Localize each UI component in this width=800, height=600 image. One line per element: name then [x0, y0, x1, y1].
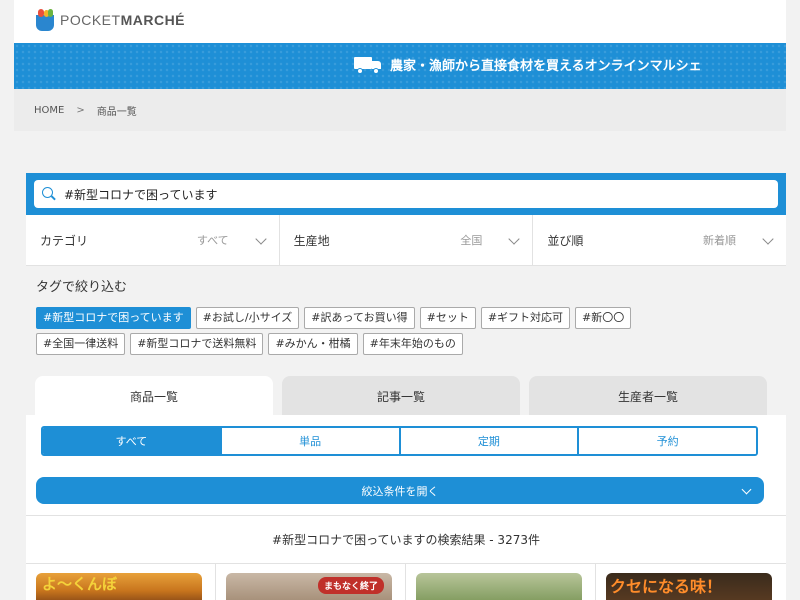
- tag-chip[interactable]: #新型コロナで送料無料: [130, 333, 264, 355]
- search-input[interactable]: [64, 187, 744, 201]
- tag-chip[interactable]: #セット: [419, 307, 476, 329]
- breadcrumb: HOME > 商品一覧: [14, 89, 786, 131]
- breadcrumb-current: 商品一覧: [96, 106, 137, 118]
- segment-single[interactable]: 単品: [221, 428, 401, 454]
- product-type-segmented-control: すべて 単品 定期 予約: [41, 426, 758, 456]
- chevron-down-icon: [255, 233, 267, 245]
- content-tabs: 商品一覧 記事一覧 生産者一覧: [35, 376, 767, 416]
- banner-text: 農家・漁師から直接食材を買えるオンラインマルシェ: [390, 59, 702, 74]
- tag-chip[interactable]: #新型コロナで困っています: [36, 307, 191, 329]
- tag-row: #全国一律送料 #新型コロナで送料無料 #みかん・柑橘 #年末年始のもの: [36, 333, 736, 355]
- ending-soon-badge: まもなく終了: [317, 577, 384, 594]
- tag-chip[interactable]: #みかん・柑橘: [268, 333, 358, 355]
- product-card[interactable]: まもなく終了: [216, 564, 406, 600]
- search-box[interactable]: [34, 180, 778, 208]
- filter-label: カテゴリ: [40, 233, 89, 248]
- filter-category[interactable]: カテゴリ すべて: [26, 215, 280, 265]
- shipping-banner[interactable]: 農家・漁師から直接食材を買えるオンラインマルシェ: [14, 43, 786, 89]
- tag-list: #新型コロナで困っています #お試し/小サイズ #訳あってお買い得 #セット #ギフト対…: [36, 307, 736, 359]
- open-filter-conditions-label: 絞込条件を開く: [361, 484, 439, 498]
- product-card[interactable]: クセになる味！: [596, 564, 786, 600]
- product-grid: よ〜くんぼ まもなく終了 クセになる味！: [26, 564, 786, 600]
- filter-bar: カテゴリ すべて 生産地 全国 並び順 新着順: [26, 215, 786, 266]
- product-image[interactable]: よ〜くんぼ: [36, 573, 202, 600]
- tag-chip[interactable]: #全国一律送料: [36, 333, 126, 355]
- logo-text: POCKETMARCHÉ: [60, 12, 186, 28]
- site-header: POCKETMARCHÉ: [14, 0, 786, 43]
- divider: [26, 515, 786, 516]
- tag-chip[interactable]: #お試し/小サイズ: [195, 307, 300, 329]
- chevron-down-icon: [508, 233, 521, 245]
- breadcrumb-home[interactable]: HOME: [34, 105, 64, 116]
- product-card[interactable]: [406, 564, 596, 600]
- product-image-text: クセになる味！: [610, 577, 723, 596]
- tag-chip[interactable]: #年末年始のもの: [362, 333, 463, 355]
- open-filter-conditions-button[interactable]: 絞込条件を開く: [36, 477, 764, 504]
- filter-label: 並び順: [547, 233, 584, 248]
- tag-chip[interactable]: #訳あってお買い得: [304, 307, 415, 329]
- tab-producers[interactable]: 生産者一覧: [529, 376, 767, 416]
- filter-sort[interactable]: 並び順 新着順: [533, 215, 786, 265]
- tab-products[interactable]: 商品一覧: [35, 376, 273, 416]
- product-image[interactable]: クセになる味！: [606, 573, 772, 600]
- product-panel: すべて 単品 定期 予約 絞込条件を開く #新型コロナで困っていますの検索結果 …: [26, 415, 786, 600]
- search-icon[interactable]: [42, 187, 56, 201]
- filter-region[interactable]: 生産地 全国: [280, 215, 534, 265]
- filter-value: 新着順: [703, 234, 737, 247]
- product-image[interactable]: [416, 573, 582, 600]
- product-image-text: よ〜くんぼ: [42, 575, 118, 593]
- chevron-down-icon: [762, 233, 774, 245]
- search-bar: [26, 173, 786, 215]
- product-image[interactable]: まもなく終了: [226, 573, 392, 600]
- tag-row: #新型コロナで困っています #お試し/小サイズ #訳あってお買い得 #セット #ギフト対…: [36, 307, 736, 329]
- tab-articles[interactable]: 記事一覧: [282, 376, 520, 416]
- breadcrumb-separator: >: [76, 104, 85, 116]
- truck-icon: [354, 56, 382, 74]
- tag-filter-title: タグで絞り込む: [36, 280, 128, 295]
- segment-all[interactable]: すべて: [43, 428, 222, 454]
- filter-value: すべて: [196, 234, 229, 247]
- logo-basket-icon: [36, 9, 54, 31]
- page: POCKETMARCHÉ 農家・漁師から直接食材を買えるオンラインマルシェ HO…: [14, 0, 786, 600]
- tag-chip[interactable]: #ギフト対応可: [480, 307, 571, 329]
- segment-reservation[interactable]: 予約: [579, 428, 756, 454]
- search-results-count: #新型コロナで困っていますの検索結果 - 3273件: [272, 533, 540, 547]
- chevron-down-icon: [741, 484, 752, 495]
- segment-subscription[interactable]: 定期: [400, 428, 580, 454]
- logo[interactable]: POCKETMARCHÉ: [36, 9, 185, 31]
- tag-chip[interactable]: #新〇〇: [575, 307, 632, 329]
- filter-label: 生産地: [293, 233, 330, 248]
- filter-value: 全国: [460, 234, 483, 247]
- product-card[interactable]: よ〜くんぼ: [26, 564, 216, 600]
